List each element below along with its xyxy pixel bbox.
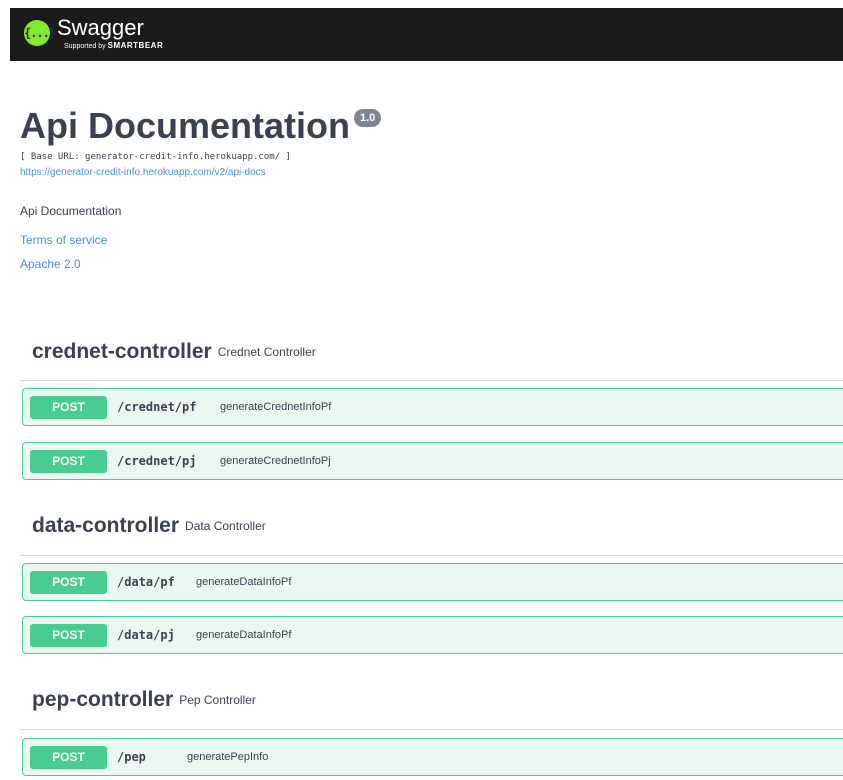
tag-description: Pep Controller: [179, 693, 256, 707]
tag-name: pep-controller: [32, 688, 174, 711]
operation-path: /data/pj: [117, 628, 175, 642]
operation-post-pep[interactable]: POST /pep generatePepInfo: [22, 738, 843, 776]
method-badge: POST: [30, 450, 107, 473]
operation-post-data-pj[interactable]: POST /data/pj generateDataInfoPf: [22, 616, 843, 654]
tag-header-data-controller[interactable]: data-controller Data Controller: [32, 511, 266, 541]
operation-summary: generatePepInfo: [187, 751, 269, 763]
operation-post-crednet-pj[interactable]: POST /crednet/pj generateCrednetInfoPj: [22, 442, 843, 480]
operation-summary: generateCrednetInfoPf: [220, 401, 332, 413]
method-badge: POST: [30, 746, 107, 769]
operation-path: /data/pf: [117, 575, 175, 589]
operation-summary: generateDataInfoPf: [196, 576, 292, 588]
tag-description: Crednet Controller: [217, 345, 316, 359]
operation-post-data-pf[interactable]: POST /data/pf generateDataInfoPf: [22, 563, 843, 601]
base-url: [ Base URL: generator-credit-info.heroku…: [20, 152, 291, 162]
operation-summary: generateCrednetInfoPj: [220, 455, 331, 467]
tag-name: crednet-controller: [32, 340, 212, 363]
top-bar: {...} Swagger Supported by SMARTBEAR: [10, 8, 843, 61]
swagger-ui-page: {...} Swagger Supported by SMARTBEAR Api…: [0, 0, 843, 780]
license-link[interactable]: Apache 2.0: [20, 256, 81, 272]
page-title: Api Documentation: [20, 105, 350, 146]
operation-path: /crednet/pf: [117, 400, 197, 414]
api-docs-link[interactable]: https://generator-credit-info.herokuapp.…: [20, 166, 266, 179]
operation-path: /pep: [117, 750, 146, 764]
swagger-logo-icon[interactable]: {...}: [24, 20, 56, 46]
supported-by-label: Supported by: [64, 43, 106, 50]
terms-of-service-link[interactable]: Terms of service: [20, 232, 107, 248]
operation-path: /crednet/pj: [117, 454, 197, 468]
smartbear-label: SMARTBEAR: [107, 41, 164, 50]
logo-supported-by: Supported by SMARTBEAR: [64, 42, 163, 51]
method-badge: POST: [30, 396, 107, 419]
operation-post-crednet-pf[interactable]: POST /crednet/pf generateCrednetInfoPf: [22, 388, 843, 426]
method-badge: POST: [30, 624, 107, 647]
operation-summary: generateDataInfoPf: [196, 629, 292, 641]
tag-header-pep-controller[interactable]: pep-controller Pep Controller: [32, 685, 256, 715]
api-title-row: Api Documentation 1.0: [20, 104, 382, 148]
tag-divider: [20, 555, 843, 556]
tag-header-crednet-controller[interactable]: crednet-controller Crednet Controller: [32, 337, 316, 367]
api-description: Api Documentation: [20, 204, 122, 218]
method-badge: POST: [30, 571, 107, 594]
swagger-logo-text[interactable]: Swagger: [57, 15, 144, 41]
tag-description: Data Controller: [185, 519, 266, 533]
tag-name: data-controller: [32, 514, 180, 537]
tag-divider: [20, 380, 843, 381]
tag-divider: [20, 729, 843, 730]
version-badge: 1.0: [354, 109, 382, 127]
